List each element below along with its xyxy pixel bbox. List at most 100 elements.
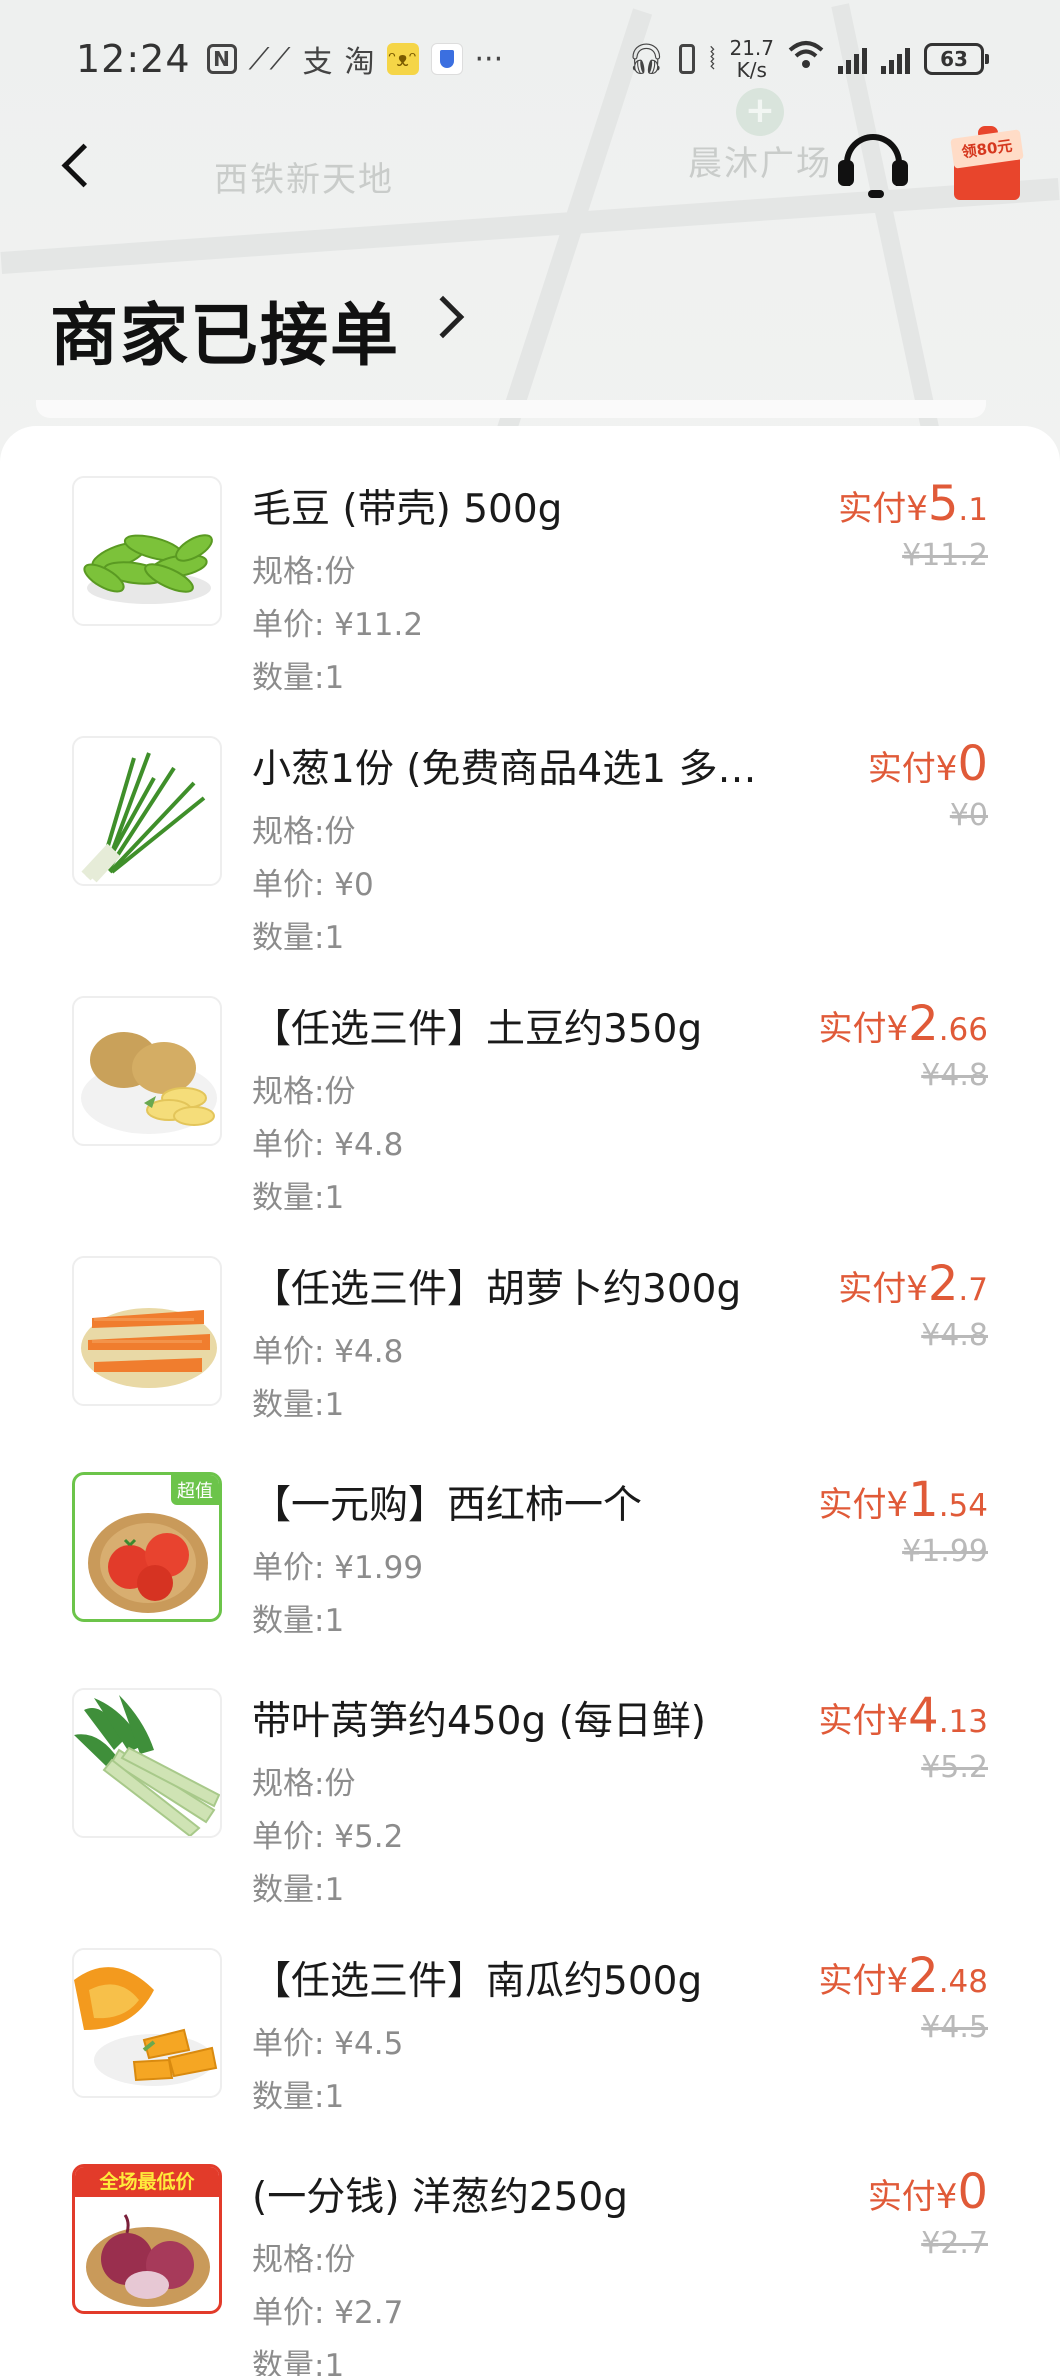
original-price: ¥0 <box>950 798 988 833</box>
headphones-icon: 🎧︎ <box>627 42 665 77</box>
battery-icon: 63 <box>924 43 984 75</box>
item-name: 【任选三件】胡萝卜约300g <box>252 1258 782 1314</box>
item-unit-price: 单价: ¥4.8 <box>252 1326 403 1371</box>
map-label: 晨沐广场 <box>688 136 832 185</box>
taobao-icon: 淘 <box>345 37 375 81</box>
status-time: 12:24 <box>76 37 191 81</box>
item-name: 带叶莴笋约450g (每日鲜) <box>252 1690 782 1746</box>
promo-badge: 全场最低价 <box>75 2167 219 2197</box>
paid-amount: 实付¥5.1 <box>838 476 988 532</box>
paid-prefix: 实付¥ <box>838 1269 928 1309</box>
network-speed-value: 21.7 <box>729 36 774 60</box>
signal-5g-icon <box>881 44 910 74</box>
original-price: ¥5.2 <box>921 1750 988 1785</box>
paid-amount: 实付¥2.66 <box>819 996 989 1052</box>
paid-prefix: 实付¥ <box>819 1701 909 1741</box>
paid-amount: 实付¥1.54 <box>819 1472 989 1528</box>
customer-service-icon[interactable] <box>838 130 908 200</box>
nfc-icon: N <box>207 44 237 74</box>
paid-dec: .48 <box>939 1964 988 2000</box>
network-speed-unit: K/s <box>737 58 767 82</box>
original-price: ¥4.8 <box>921 1058 988 1093</box>
paid-amount: 实付¥0 <box>868 736 988 792</box>
signal-5g-icon <box>838 44 867 74</box>
back-icon[interactable] <box>56 136 104 192</box>
status-bar: 12:24 N ⟋⟋ 支 淘 ᵔᴥᵔ ··· 🎧︎ ⦚ 21.7 K/s 63 <box>0 0 1060 118</box>
paid-dec: .1 <box>958 492 988 528</box>
status-right: 🎧︎ ⦚ 21.7 K/s 63 <box>627 37 984 81</box>
paid-int: 0 <box>957 736 988 792</box>
network-speed: 21.7 K/s <box>729 37 774 81</box>
item-spec: 规格:份 <box>252 806 355 851</box>
item-spec: 规格:份 <box>252 1066 355 1111</box>
link-app-icon: ⟋⟋ <box>249 42 291 77</box>
item-quantity: 数量:1 <box>252 2340 344 2376</box>
list-item[interactable]: 超值 【一元购】西红柿一个 单价: ¥1.99 数量:1 实付¥1.54 ¥1.… <box>0 1462 1060 1692</box>
paid-dec: .54 <box>939 1488 988 1524</box>
paid-dec: .66 <box>939 1012 988 1048</box>
item-unit-price: 单价: ¥4.8 <box>252 1119 403 1164</box>
product-image: 全场最低价 <box>72 2164 222 2314</box>
item-quantity: 数量:1 <box>252 1595 344 1640</box>
shield-app-icon <box>431 43 463 75</box>
item-unit-price: 单价: ¥5.2 <box>252 1811 403 1856</box>
more-dots-icon: ··· <box>475 42 504 77</box>
original-price: ¥4.5 <box>921 2010 988 2045</box>
product-image <box>72 996 222 1146</box>
phone-battery-icon <box>679 44 695 74</box>
notification-icons: N ⟋⟋ 支 淘 ᵔᴥᵔ ··· <box>207 37 504 81</box>
wifi-icon <box>788 40 824 78</box>
paid-amount: 实付¥2.48 <box>819 1948 989 2004</box>
item-name: (一分钱) 洋葱约250g <box>252 2166 782 2222</box>
original-price: ¥2.7 <box>921 2226 988 2261</box>
vibrate-icon: ⦚ <box>709 42 715 77</box>
original-price: ¥11.2 <box>902 538 988 573</box>
item-quantity: 数量:1 <box>252 2071 344 2116</box>
product-image: 超值 <box>72 1472 222 1622</box>
list-item[interactable]: 小葱1份 (免费商品4选1 多… 规格:份 单价: ¥0 数量:1 实付¥0 ¥… <box>0 726 1060 956</box>
item-quantity: 数量:1 <box>252 652 344 697</box>
paid-prefix: 实付¥ <box>868 749 958 789</box>
paid-int: 5 <box>928 476 959 532</box>
product-image <box>72 476 222 626</box>
item-unit-price: 单价: ¥2.7 <box>252 2287 403 2332</box>
paid-int: 2 <box>908 996 939 1052</box>
item-unit-price: 单价: ¥11.2 <box>252 599 423 644</box>
list-item[interactable]: 全场最低价 (一分钱) 洋葱约250g 规格:份 单价: ¥2.7 数量:1 实… <box>0 2154 1060 2376</box>
paid-int: 0 <box>957 2164 988 2220</box>
list-item[interactable]: 毛豆 (带壳) 500g 规格:份 单价: ¥11.2 数量:1 实付¥5.1 … <box>0 466 1060 696</box>
product-image <box>72 736 222 886</box>
coupon-gift-icon[interactable]: 领80元 <box>950 126 1024 204</box>
paid-int: 1 <box>908 1472 939 1528</box>
item-name: 【任选三件】土豆约350g <box>252 998 782 1054</box>
page-title[interactable]: 商家已接单 <box>50 280 400 379</box>
item-name: 毛豆 (带壳) 500g <box>252 478 782 534</box>
list-item[interactable]: 【任选三件】南瓜约500g 单价: ¥4.5 数量:1 实付¥2.48 ¥4.5 <box>0 1938 1060 2168</box>
paid-amount: 实付¥2.7 <box>838 1256 988 1312</box>
item-unit-price: 单价: ¥0 <box>252 859 374 904</box>
paid-dec: .13 <box>939 1704 988 1740</box>
item-quantity: 数量:1 <box>252 912 344 957</box>
alipay-icon: 支 <box>303 37 333 81</box>
list-item[interactable]: 带叶莴笋约450g (每日鲜) 规格:份 单价: ¥5.2 数量:1 实付¥4.… <box>0 1678 1060 1908</box>
paid-prefix: 实付¥ <box>819 1485 909 1525</box>
item-quantity: 数量:1 <box>252 1172 344 1217</box>
item-name: 【一元购】西红柿一个 <box>252 1474 782 1530</box>
paid-prefix: 实付¥ <box>819 1009 909 1049</box>
item-quantity: 数量:1 <box>252 1379 344 1424</box>
rabbit-app-icon: ᵔᴥᵔ <box>387 43 419 75</box>
card-top-strip <box>36 400 986 418</box>
paid-int: 2 <box>928 1256 959 1312</box>
paid-amount: 实付¥4.13 <box>819 1688 989 1744</box>
product-image <box>72 1948 222 2098</box>
item-spec: 规格:份 <box>252 1758 355 1803</box>
order-items-card: 毛豆 (带壳) 500g 规格:份 单价: ¥11.2 数量:1 实付¥5.1 … <box>0 426 1060 2376</box>
product-image <box>72 1688 222 1838</box>
paid-int: 4 <box>908 1688 939 1744</box>
item-spec: 规格:份 <box>252 2234 355 2279</box>
item-unit-price: 单价: ¥4.5 <box>252 2018 403 2063</box>
paid-prefix: 实付¥ <box>868 2177 958 2217</box>
list-item[interactable]: 【任选三件】土豆约350g 规格:份 单价: ¥4.8 数量:1 实付¥2.66… <box>0 986 1060 1216</box>
paid-int: 2 <box>908 1948 939 2004</box>
list-item[interactable]: 【任选三件】胡萝卜约300g 单价: ¥4.8 数量:1 实付¥2.7 ¥4.8 <box>0 1246 1060 1476</box>
